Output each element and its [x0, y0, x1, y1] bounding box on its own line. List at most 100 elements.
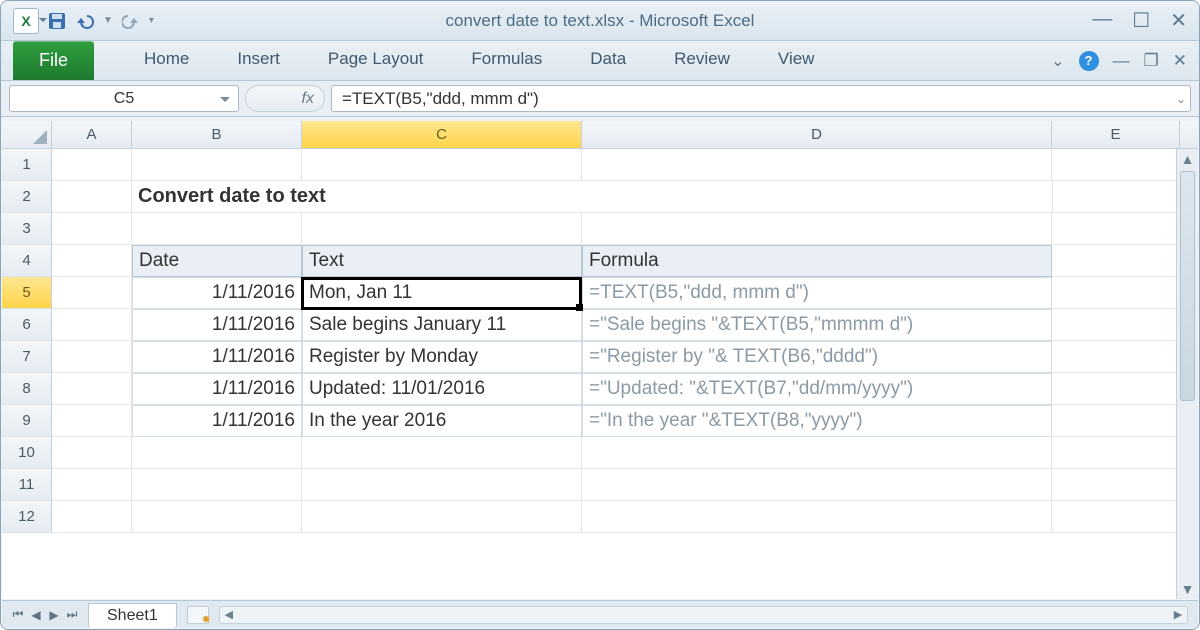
cell[interactable] — [1052, 437, 1180, 469]
undo-dropdown-icon[interactable]: ▼ — [103, 15, 113, 26]
new-sheet-button[interactable] — [187, 606, 209, 624]
scroll-up-icon[interactable]: ▲ — [1177, 149, 1198, 169]
horizontal-scrollbar[interactable]: ◀ ▶ — [219, 606, 1188, 624]
cell[interactable] — [1052, 501, 1180, 533]
col-header-c[interactable]: C — [302, 121, 582, 148]
cell[interactable] — [582, 213, 1052, 245]
cell-formula[interactable]: =TEXT(B5,"ddd, mmm d") — [582, 277, 1052, 309]
help-icon[interactable]: ? — [1079, 51, 1099, 71]
table-header-formula[interactable]: Formula — [582, 245, 1052, 277]
cell-date[interactable]: 1/11/2016 — [132, 405, 302, 437]
cell-text[interactable]: In the year 2016 — [302, 405, 582, 437]
cell[interactable] — [52, 213, 132, 245]
cell[interactable] — [302, 469, 582, 501]
tab-insert[interactable]: Insert — [213, 41, 304, 80]
workbook-minimize-icon[interactable]: ― — [1113, 51, 1130, 71]
worksheet-grid[interactable]: A B C D E 1 2 Convert date to text 3 4 — [2, 121, 1198, 599]
tab-view[interactable]: View — [754, 41, 839, 80]
cell[interactable] — [582, 437, 1052, 469]
cell[interactable] — [52, 181, 132, 213]
cell[interactable] — [1052, 213, 1180, 245]
row-header[interactable]: 5 — [2, 277, 52, 309]
file-tab[interactable]: File — [13, 41, 94, 80]
cell[interactable] — [1052, 341, 1180, 373]
cell[interactable] — [52, 309, 132, 341]
cell[interactable] — [132, 437, 302, 469]
cell[interactable] — [1052, 309, 1180, 341]
sheet-next-icon[interactable]: ▶ — [46, 607, 62, 623]
tab-formulas[interactable]: Formulas — [447, 41, 566, 80]
redo-icon[interactable] — [121, 11, 141, 31]
cell[interactable] — [1052, 277, 1180, 309]
excel-logo-icon[interactable]: X — [13, 8, 39, 34]
col-header-a[interactable]: A — [52, 121, 132, 148]
sheet-last-icon[interactable]: ⏭ — [64, 607, 80, 623]
cell[interactable] — [52, 341, 132, 373]
col-header-b[interactable]: B — [132, 121, 302, 148]
cell[interactable] — [1052, 181, 1180, 213]
cell[interactable] — [582, 469, 1052, 501]
cell-text[interactable]: Sale begins January 11 — [302, 309, 582, 341]
cell[interactable] — [52, 373, 132, 405]
cell[interactable] — [1052, 149, 1180, 181]
tab-page-layout[interactable]: Page Layout — [304, 41, 447, 80]
cell[interactable] — [582, 149, 1052, 181]
cell[interactable] — [302, 437, 582, 469]
cell[interactable] — [52, 469, 132, 501]
cell-date[interactable]: 1/11/2016 — [132, 341, 302, 373]
cell[interactable] — [52, 405, 132, 437]
scroll-right-icon[interactable]: ▶ — [1169, 607, 1187, 623]
insert-function-button[interactable]: fx — [245, 85, 325, 112]
sheet-first-icon[interactable]: ⏮ — [10, 607, 26, 623]
cell[interactable] — [302, 213, 582, 245]
table-header-date[interactable]: Date — [132, 245, 302, 277]
row-header[interactable]: 1 — [2, 149, 52, 181]
row-header[interactable]: 10 — [2, 437, 52, 469]
cell[interactable] — [132, 469, 302, 501]
cell[interactable] — [52, 149, 132, 181]
scroll-down-icon[interactable]: ▼ — [1177, 579, 1198, 599]
cell[interactable] — [302, 501, 582, 533]
col-header-d[interactable]: D — [582, 121, 1052, 148]
tab-home[interactable]: Home — [120, 41, 213, 80]
row-header[interactable]: 11 — [2, 469, 52, 501]
cell-date[interactable]: 1/11/2016 — [132, 309, 302, 341]
row-header[interactable]: 2 — [2, 181, 52, 213]
vertical-scrollbar[interactable]: ▲ ▼ — [1176, 149, 1198, 599]
cell[interactable] — [582, 501, 1052, 533]
cell[interactable] — [1052, 245, 1180, 277]
cell-date[interactable]: 1/11/2016 — [132, 277, 302, 309]
scroll-thumb[interactable] — [1180, 171, 1195, 401]
undo-icon[interactable] — [75, 11, 95, 31]
cell[interactable] — [132, 501, 302, 533]
maximize-button[interactable]: ☐ — [1132, 8, 1150, 33]
formula-bar-expand-icon[interactable]: ⌄ — [1176, 92, 1186, 106]
sheet-prev-icon[interactable]: ◀ — [28, 607, 44, 623]
cell[interactable] — [1052, 469, 1180, 501]
tab-data[interactable]: Data — [566, 41, 650, 80]
row-header[interactable]: 12 — [2, 501, 52, 533]
scroll-left-icon[interactable]: ◀ — [220, 607, 238, 623]
sheet-tab[interactable]: Sheet1 — [88, 603, 177, 628]
cell-text[interactable]: Mon, Jan 11 — [302, 277, 582, 309]
row-header[interactable]: 8 — [2, 373, 52, 405]
qat-customize-icon[interactable]: ▾ — [149, 15, 154, 26]
cell[interactable] — [1052, 373, 1180, 405]
cell-formula[interactable]: ="In the year "&TEXT(B8,"yyyy") — [582, 405, 1052, 437]
formula-bar[interactable]: =TEXT(B5,"ddd, mmm d") ⌄ — [331, 85, 1191, 112]
cell[interactable] — [52, 277, 132, 309]
ribbon-minimize-icon[interactable]: ⌄ — [1051, 51, 1064, 71]
cell-text[interactable]: Updated: 11/01/2016 — [302, 373, 582, 405]
cell[interactable] — [132, 149, 302, 181]
save-icon[interactable] — [47, 11, 67, 31]
col-header-e[interactable]: E — [1052, 121, 1180, 148]
cell[interactable] — [52, 245, 132, 277]
cell-date[interactable]: 1/11/2016 — [132, 373, 302, 405]
cell-formula[interactable]: ="Sale begins "&TEXT(B5,"mmmm d") — [582, 309, 1052, 341]
sheet-title[interactable]: Convert date to text — [132, 181, 1052, 213]
tab-review[interactable]: Review — [650, 41, 754, 80]
cell[interactable] — [52, 501, 132, 533]
cell-formula[interactable]: ="Updated: "&TEXT(B7,"dd/mm/yyyy") — [582, 373, 1052, 405]
name-box[interactable]: C5 — [9, 85, 239, 112]
cell-formula[interactable]: ="Register by "& TEXT(B6,"dddd") — [582, 341, 1052, 373]
